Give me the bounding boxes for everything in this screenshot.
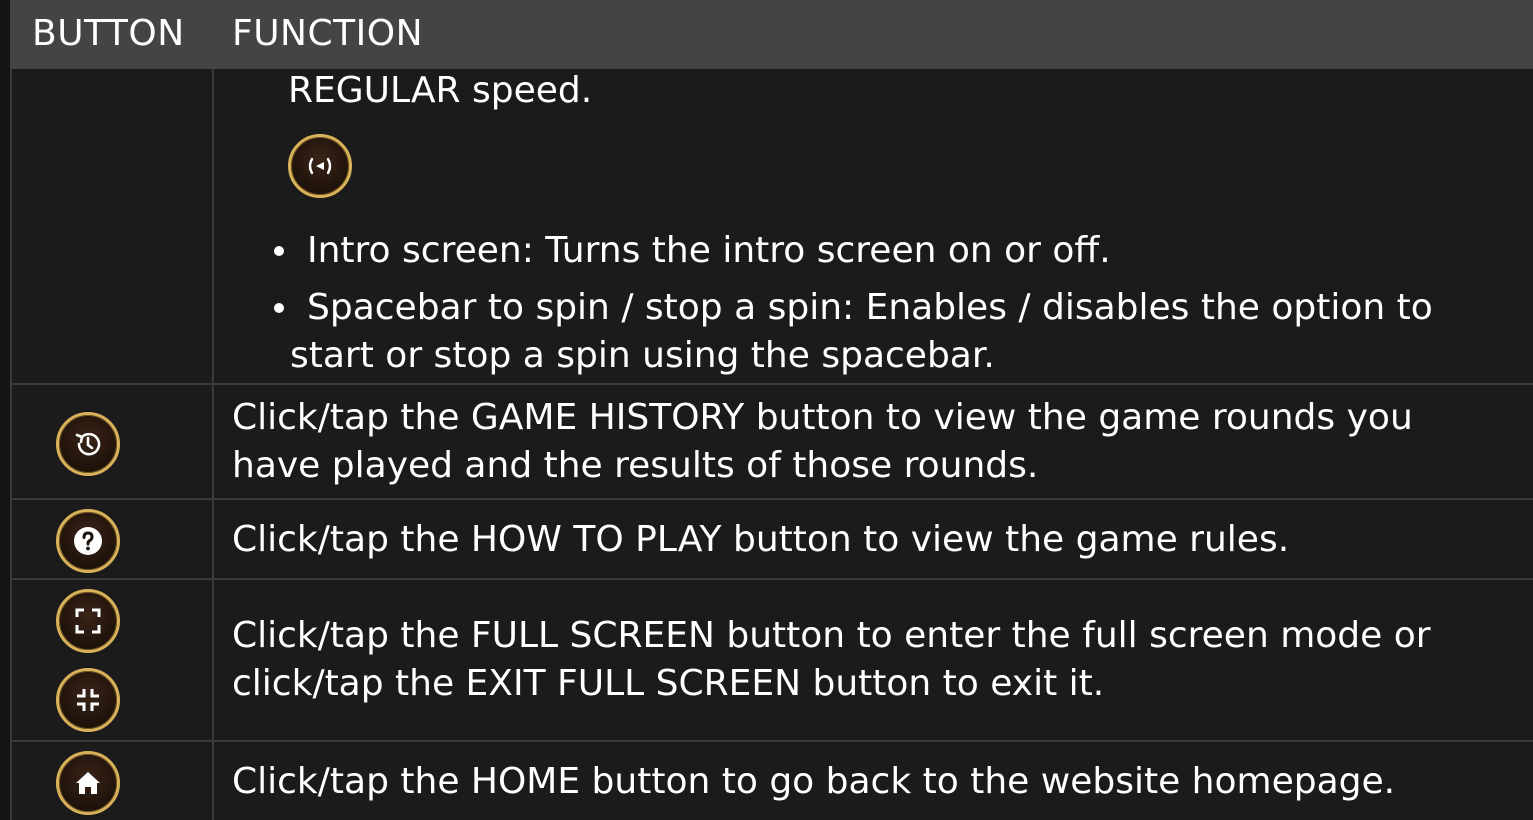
- header-button-column: BUTTON: [32, 13, 185, 54]
- spacebar-text-line2: start or stop a spin using the spacebar.: [290, 335, 995, 376]
- fullscreen-exit-icon[interactable]: [56, 668, 120, 732]
- help-table: REGULAR speed. Intro screen: Turns the i…: [10, 69, 1533, 820]
- list-item: Spacebar to spin / stop a spin: Enables …: [267, 284, 1527, 380]
- row-separator: [12, 383, 1533, 385]
- settings-bullet-list: Intro screen: Turns the intro screen on …: [267, 227, 1527, 389]
- bullet-dot: [274, 246, 284, 256]
- row-separator: [12, 578, 1533, 580]
- table-header: BUTTON FUNCTION: [10, 0, 1533, 69]
- home-text: Click/tap the HOME button to go back to …: [232, 761, 1396, 802]
- intro-screen-text: Intro screen: Turns the intro screen on …: [307, 230, 1111, 271]
- header-function-column: FUNCTION: [232, 13, 423, 54]
- question-icon[interactable]: [56, 509, 120, 573]
- full-screen-text-line1: Click/tap the FULL SCREEN button to ente…: [232, 615, 1431, 656]
- game-history-text-line1: Click/tap the GAME HISTORY button to vie…: [232, 397, 1413, 438]
- spacebar-text-line1: Spacebar to spin / stop a spin: Enables …: [307, 287, 1433, 328]
- bullet-dot: [274, 303, 284, 313]
- help-page: BUTTON FUNCTION REGULAR speed. Intro scr…: [0, 0, 1533, 820]
- row-separator: [12, 740, 1533, 742]
- full-screen-text-line2: click/tap the EXIT FULL SCREEN button to…: [232, 663, 1105, 704]
- regular-speed-text: REGULAR speed.: [288, 70, 593, 111]
- game-history-text-line2: have played and the results of those rou…: [232, 445, 1039, 486]
- history-icon[interactable]: [56, 412, 120, 476]
- left-edge: [0, 0, 10, 820]
- list-item: Intro screen: Turns the intro screen on …: [267, 227, 1527, 275]
- home-icon[interactable]: [56, 751, 120, 815]
- regular-speed-icon: [288, 134, 352, 198]
- row-separator: [12, 498, 1533, 500]
- column-divider: [212, 69, 214, 820]
- how-to-play-text: Click/tap the HOW TO PLAY button to view…: [232, 519, 1290, 560]
- fullscreen-enter-icon[interactable]: [56, 589, 120, 653]
